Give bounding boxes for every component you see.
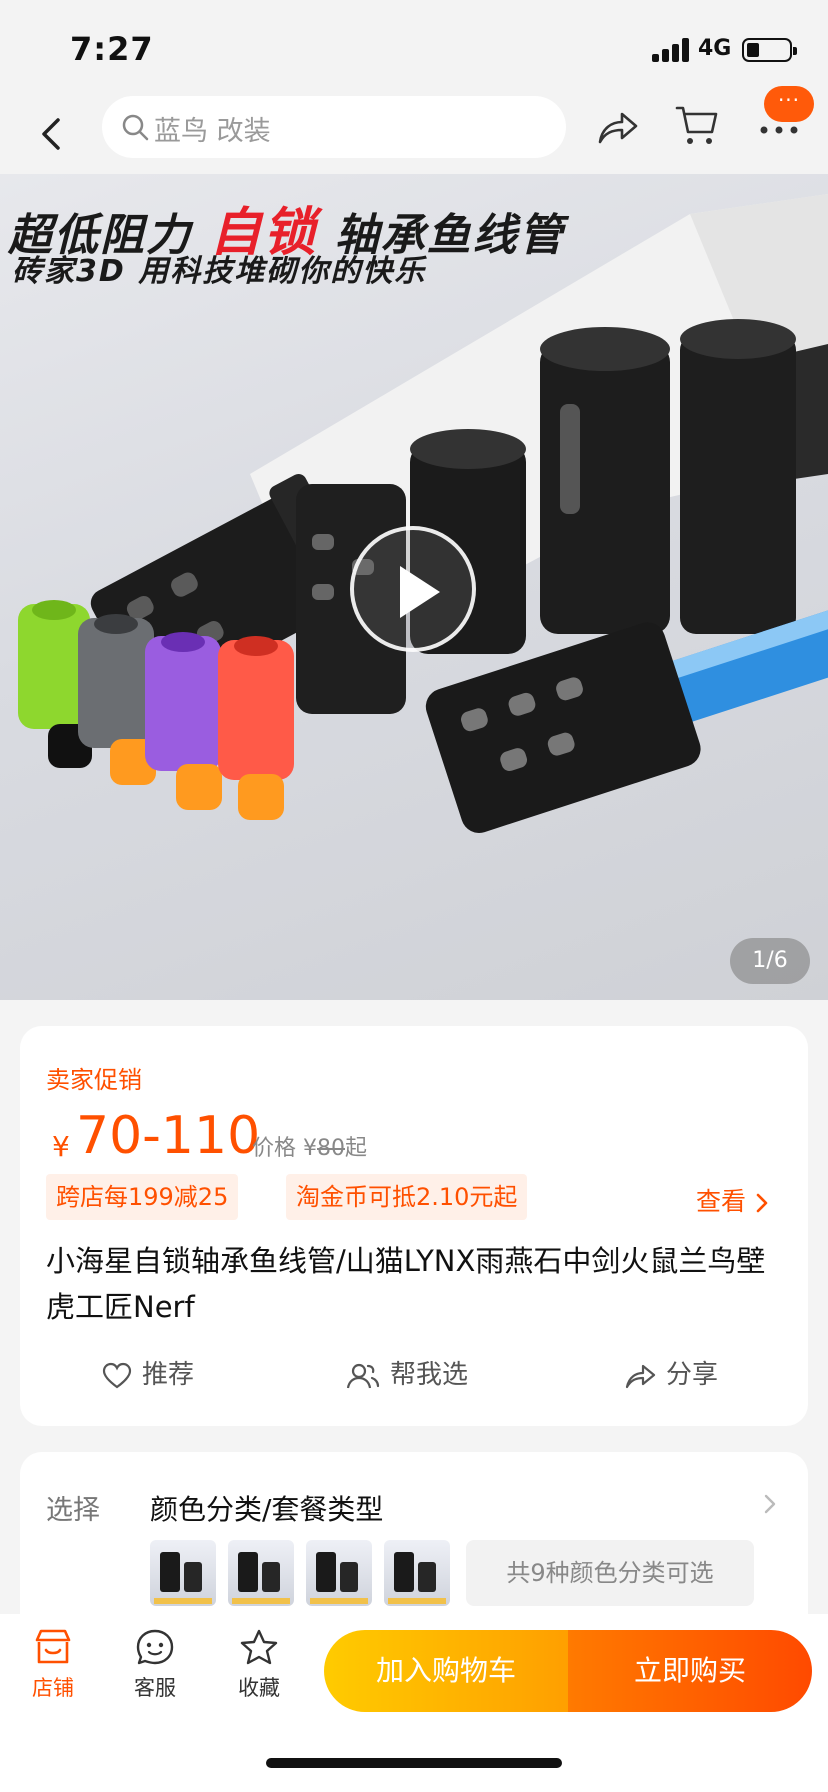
seller-promo-label: 卖家促销: [46, 1066, 142, 1094]
banner-subheadline: 砖家3D 用科技堆砌你的快乐: [12, 254, 427, 289]
chat-face-icon: [136, 1629, 174, 1665]
currency-symbol: ¥: [52, 1130, 70, 1163]
battery-icon: [742, 38, 797, 62]
share-icon: [625, 1364, 656, 1388]
signal-icon: [652, 38, 692, 62]
coupon-tag[interactable]: 淘金币可抵2.10元起: [286, 1174, 528, 1220]
store-icon: [35, 1629, 71, 1664]
nav-bar: 蓝鸟 改装: [0, 96, 828, 174]
product-actions: 推荐 帮我选 分享: [20, 1354, 808, 1404]
product-title: 小海星自锁轴承鱼线管/山猫LYNX雨燕石中剑火鼠兰鸟壁虎工匠Nerf: [46, 1244, 766, 1324]
coupon-tag[interactable]: 跨店每199减25: [46, 1174, 239, 1220]
network-type: 4G: [698, 36, 732, 61]
product-info-card: 卖家促销 ¥ 70-110 价格 ¥80起 跨店每199减25 淘金币可抵2.1…: [20, 1026, 808, 1426]
variant-type-title: 颜色分类/套餐类型: [150, 1493, 384, 1526]
help-choose-button[interactable]: 帮我选: [346, 1354, 468, 1391]
status-time: 7:27: [70, 30, 154, 68]
home-indicator[interactable]: [266, 1758, 562, 1768]
more-notification-badge[interactable]: ···: [764, 86, 814, 122]
search-icon: [122, 114, 149, 141]
product-media-gallery[interactable]: 超低阻力 自锁 轴承鱼线管 砖家3D 用科技堆砌你的快乐 1/6: [0, 174, 828, 1000]
cart-icon[interactable]: [674, 102, 720, 148]
play-video-button[interactable]: [350, 526, 476, 652]
recommend-button[interactable]: 推荐: [102, 1354, 194, 1391]
customer-service-button[interactable]: 客服: [120, 1628, 190, 1702]
back-button[interactable]: [28, 108, 76, 160]
search-text: 蓝鸟 改装: [154, 116, 271, 147]
shop-button[interactable]: 店铺: [18, 1628, 88, 1702]
share-button[interactable]: 分享: [624, 1354, 718, 1391]
back-arrow-icon: [42, 118, 60, 150]
buy-now-button[interactable]: 立即购买: [568, 1630, 812, 1712]
chevron-right-icon: [756, 1193, 768, 1213]
search-input[interactable]: 蓝鸟 改装: [102, 96, 566, 158]
favorite-button[interactable]: 收藏: [224, 1628, 294, 1702]
variant-thumbnail[interactable]: [384, 1540, 450, 1606]
heart-icon: [102, 1362, 132, 1388]
view-coupons-link[interactable]: 查看: [696, 1182, 770, 1218]
play-icon: [400, 566, 440, 618]
variant-count-pill[interactable]: 共9种颜色分类可选: [466, 1540, 754, 1606]
variant-thumbnail[interactable]: [150, 1540, 216, 1606]
select-label: 选择: [46, 1495, 100, 1526]
price-range: 70-110: [76, 1106, 261, 1166]
gallery-page-indicator: 1/6: [730, 938, 810, 984]
purchase-buttons: 加入购物车 立即购买: [324, 1630, 812, 1712]
share-icon[interactable]: [594, 104, 640, 150]
chevron-right-icon: [764, 1494, 776, 1514]
variant-thumbnail[interactable]: [228, 1540, 294, 1606]
variant-thumbnail[interactable]: [306, 1540, 372, 1606]
status-bar: 7:27 4G: [0, 0, 828, 96]
original-price: 价格 ¥80起: [252, 1136, 368, 1161]
users-icon: [346, 1363, 380, 1388]
add-to-cart-button[interactable]: 加入购物车: [324, 1630, 568, 1712]
star-icon: [240, 1629, 278, 1665]
